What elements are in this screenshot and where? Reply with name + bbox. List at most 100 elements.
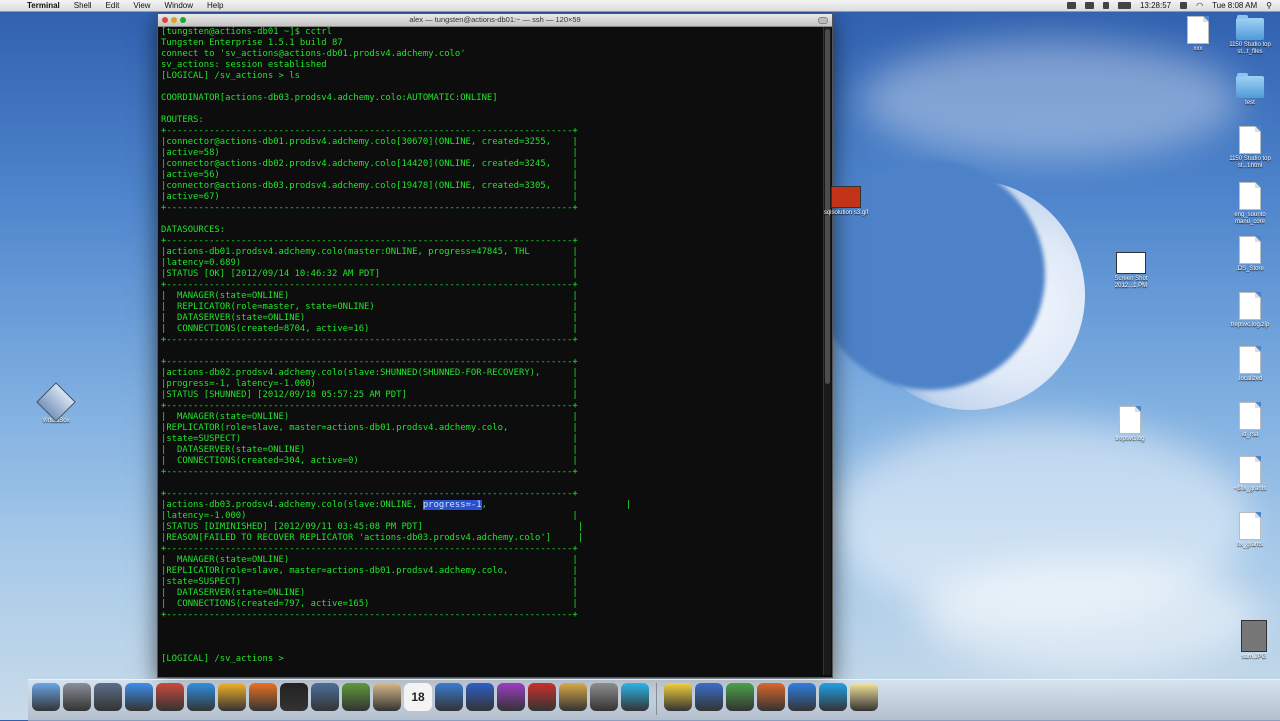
dock: 18 xyxy=(28,679,1280,721)
app-store-icon[interactable] xyxy=(125,683,153,711)
menu-edit[interactable]: Edit xyxy=(106,0,120,11)
terminal-titlebar[interactable]: alex — tungsten@actions-db01:~ — ssh — 1… xyxy=(158,14,832,27)
calendar-icon[interactable]: 18 xyxy=(404,683,432,711)
document-icon xyxy=(1187,16,1209,44)
menu-shell[interactable]: Shell xyxy=(74,0,92,11)
menu-bar: Terminal Shell Edit View Window Help 13:… xyxy=(0,0,1280,12)
office-icon[interactable] xyxy=(528,683,556,711)
terminal-line: +---------------------------------------… xyxy=(161,236,578,246)
desktop-icon-localized[interactable]: .localized xyxy=(1222,346,1278,383)
terminal-line: |connector@actions-db02.prodsv4.adchemy.… xyxy=(161,159,578,169)
search-icon[interactable]: ⚲ xyxy=(1266,0,1272,11)
desktop-icon-xxx[interactable]: xxx xyxy=(1170,16,1226,53)
safari-icon[interactable] xyxy=(187,683,215,711)
clock[interactable]: Tue 8:08 AM xyxy=(1212,0,1257,11)
image-thumbnail-icon xyxy=(1241,620,1267,652)
menu-view[interactable]: View xyxy=(133,0,150,11)
stickies-icon[interactable] xyxy=(850,683,878,711)
menu-help[interactable]: Help xyxy=(207,0,223,11)
document-icon xyxy=(1239,346,1261,374)
terminal-line: | MANAGER(state=ONLINE) | xyxy=(161,555,578,565)
terminal-line: DATASOURCES: xyxy=(161,225,226,235)
messages-icon[interactable] xyxy=(621,683,649,711)
terminal-output[interactable]: [tungsten@actions-db01 ~]$ cctrl Tungsten… xyxy=(161,27,822,675)
terminal-line: |active=67) | xyxy=(161,192,578,202)
itunes-icon[interactable] xyxy=(466,683,494,711)
desktop-icon-eng-suunto[interactable]: eng_suunto manu_core xyxy=(1222,182,1278,226)
document-icon xyxy=(1239,236,1261,264)
terminal-line: |latency=0.689) | xyxy=(161,258,578,268)
zoom-button[interactable] xyxy=(180,17,186,23)
desktop-icon-studio-files[interactable]: 1150 Studio top st...t_files xyxy=(1222,15,1278,56)
terminal-line: |STATUS [DIMINISHED] [2012/09/11 03:45:0… xyxy=(161,522,584,532)
document-icon xyxy=(1239,402,1261,430)
terminal-line: |actions-db03.prodsv4.adchemy.colo(slave… xyxy=(161,500,632,510)
menu-app-name[interactable]: Terminal xyxy=(27,0,60,11)
contacts-icon[interactable] xyxy=(156,683,184,711)
launchpad-icon[interactable] xyxy=(63,683,91,711)
terminal-icon[interactable] xyxy=(280,683,308,711)
preview-icon[interactable] xyxy=(435,683,463,711)
terminal-title: alex — tungsten@actions-db01:~ — ssh — 1… xyxy=(409,15,581,24)
terminal-line: Tungsten Enterprise 1.5.1 build 87 xyxy=(161,38,343,48)
desktop-icon-fix-grants[interactable]: fix_grants xyxy=(1222,512,1278,549)
folder-icon xyxy=(1236,73,1264,98)
excel-icon[interactable] xyxy=(726,683,754,711)
desktop-icon-trepsvc-log[interactable]: trepsvc.log xyxy=(1102,406,1158,443)
mission-control-icon[interactable] xyxy=(94,683,122,711)
desktop-icon-tmp-fix-grants[interactable]: ~$fix_grants xyxy=(1222,456,1278,493)
desktop-icon-sqlsolution[interactable]: sqlsolution s3.gif xyxy=(818,186,874,217)
desktop-icon-screenshot[interactable]: Screen Shot 2012...1 PM xyxy=(1103,252,1159,290)
music-icon[interactable] xyxy=(497,683,525,711)
bluetooth-icon[interactable] xyxy=(1102,2,1109,9)
dock-separator xyxy=(656,683,657,715)
iphoto-icon[interactable] xyxy=(559,683,587,711)
evernote-icon[interactable] xyxy=(342,683,370,711)
finder-icon[interactable] xyxy=(32,683,60,711)
minimize-button[interactable] xyxy=(171,17,177,23)
selected-text: progress=-1 xyxy=(422,500,482,510)
powerpoint-icon[interactable] xyxy=(757,683,785,711)
desktop-icon-ds-store[interactable]: .DS_Store xyxy=(1222,236,1278,273)
desktop-icon-id-rsa[interactable]: id_rsa xyxy=(1222,402,1278,439)
terminal-line: +---------------------------------------… xyxy=(161,335,578,345)
terminal-line: |actions-db02.prodsv4.adchemy.colo(slave… xyxy=(161,368,578,378)
desktop-icon-trepsvc-zip[interactable]: trepsvc.log.zip xyxy=(1222,292,1278,329)
outlook-icon[interactable] xyxy=(788,683,816,711)
battery-time[interactable]: 13:28:57 xyxy=(1140,0,1171,11)
menu-window[interactable]: Window xyxy=(165,0,193,11)
firefox-icon[interactable] xyxy=(249,683,277,711)
desktop-icon-studio-html[interactable]: 1150 Studio top st...t.html xyxy=(1222,126,1278,170)
camera-status-icon[interactable] xyxy=(1066,2,1076,9)
adium-icon[interactable] xyxy=(664,683,692,711)
terminal-line: |state=SUSPECT) | xyxy=(161,577,578,587)
notes-icon[interactable] xyxy=(373,683,401,711)
flower-icon[interactable] xyxy=(218,683,246,711)
terminal-line: |STATUS [OK] [2012/09/14 10:46:32 AM PDT… xyxy=(161,269,578,279)
terminal-line: COORDINATOR[actions-db03.prodsv4.adchemy… xyxy=(161,93,498,103)
toolbar-toggle-button[interactable] xyxy=(818,17,828,24)
utility-icon[interactable] xyxy=(590,683,618,711)
terminal-window[interactable]: alex — tungsten@actions-db01:~ — ssh — 1… xyxy=(157,13,833,678)
terminal-line: | DATASERVER(state=ONLINE) | xyxy=(161,588,578,598)
desktop-icon-test[interactable]: test xyxy=(1222,73,1278,107)
close-button[interactable] xyxy=(162,17,168,23)
terminal-line: connect to 'sv_actions@actions-db01.prod… xyxy=(161,49,466,59)
terminal-line: | REPLICATOR(role=master, state=ONLINE) … xyxy=(161,302,578,312)
desktop-icon-virtualbox[interactable]: VirtualBox xyxy=(28,382,84,425)
battery-icon[interactable] xyxy=(1117,2,1131,9)
terminal-scrollbar[interactable] xyxy=(823,27,831,675)
folder-icon xyxy=(1236,15,1264,40)
wifi-icon[interactable]: ◠ xyxy=(1196,0,1203,11)
skype-icon[interactable] xyxy=(819,683,847,711)
display-status-icon[interactable] xyxy=(1084,2,1094,9)
volume-icon[interactable] xyxy=(1180,2,1188,9)
word-icon[interactable] xyxy=(695,683,723,711)
desktop-icon-sam-jpg[interactable]: sam.JPG xyxy=(1226,620,1280,661)
camera-icon[interactable] xyxy=(311,683,339,711)
terminal-line: |latency=-1.000) | xyxy=(161,511,578,521)
